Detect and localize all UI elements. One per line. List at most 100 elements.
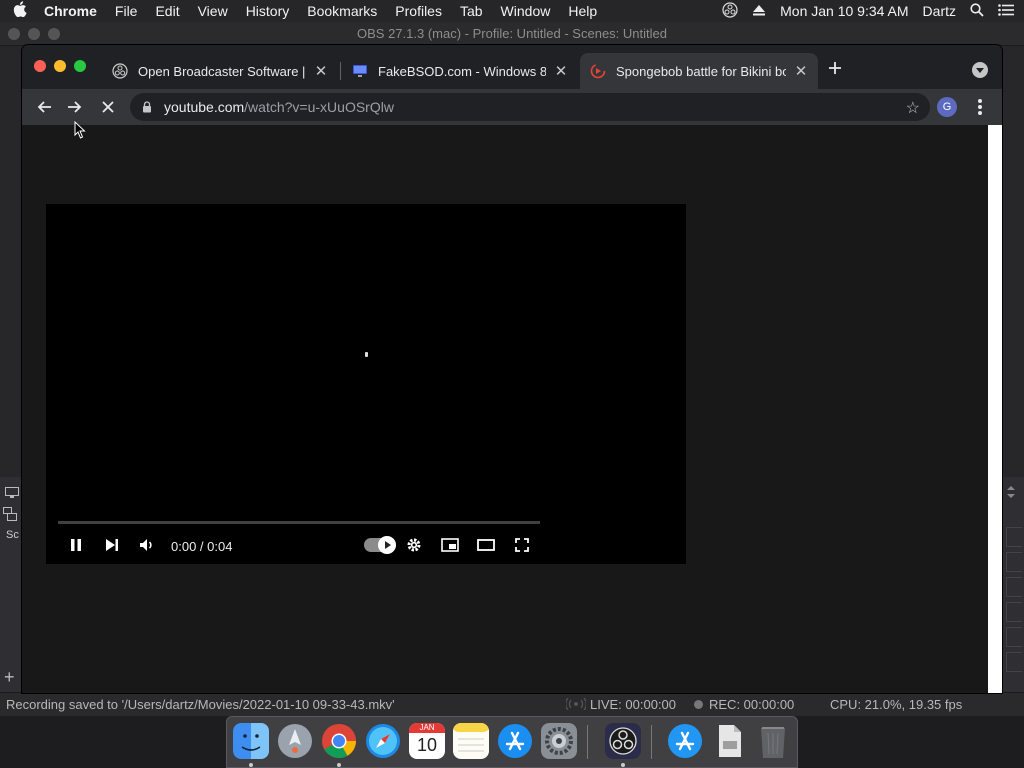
obs-status-icon[interactable] [722, 1, 738, 21]
gear-icon [407, 538, 421, 552]
tab-title: FakeBSOD.com - Windows 8 B [378, 63, 546, 79]
tab-title: Spongebob battle for Bikini bot [616, 63, 786, 79]
scenes-icon[interactable] [3, 507, 17, 521]
spotlight-search-icon[interactable] [970, 2, 984, 20]
page-scrollbar[interactable] [988, 125, 1002, 693]
video-player[interactable]: 0:00 / 0:04 [46, 204, 686, 564]
menu-bookmarks[interactable]: Bookmarks [298, 3, 386, 19]
rec-indicator-icon [694, 700, 703, 709]
tab-youtube-active[interactable]: Spongebob battle for Bikini bot ✕ [580, 53, 818, 89]
menu-file[interactable]: File [106, 3, 147, 19]
menu-tab[interactable]: Tab [451, 3, 492, 19]
safari-icon[interactable] [365, 723, 401, 759]
lock-icon[interactable] [142, 101, 152, 113]
tab-separator [340, 62, 341, 80]
miniplayer-icon [441, 538, 459, 552]
obs-panel-cell[interactable] [1006, 552, 1022, 572]
notes-icon[interactable] [453, 723, 489, 759]
close-window-button[interactable] [34, 60, 46, 72]
obs-panel-cell[interactable] [1006, 652, 1022, 672]
theater-mode-button[interactable] [476, 535, 496, 555]
menu-profiles[interactable]: Profiles [386, 3, 451, 19]
menu-window[interactable]: Window [492, 3, 560, 19]
eject-icon[interactable] [752, 3, 766, 19]
tab-obs[interactable]: Open Broadcaster Software | O ✕ [102, 53, 338, 89]
menu-help[interactable]: Help [559, 3, 606, 19]
display-icon[interactable] [5, 487, 19, 499]
app-store-folder-icon[interactable] [667, 723, 703, 759]
launchpad-icon[interactable] [277, 723, 313, 759]
calendar-month: JAN [409, 723, 445, 733]
apple-logo-icon[interactable] [0, 0, 40, 22]
tab-close-icon[interactable]: ✕ [554, 62, 568, 80]
volume-icon [140, 539, 152, 551]
video-time: 0:00 / 0:04 [171, 539, 233, 554]
autoplay-play-icon [378, 536, 396, 554]
obs-panel-cell[interactable] [1006, 577, 1022, 597]
tab-fakebsod[interactable]: FakeBSOD.com - Windows 8 B ✕ [342, 53, 578, 89]
address-bar[interactable]: youtube.com/watch?v=u-xUuOSrQlw ☆ [130, 93, 930, 121]
live-status: LIVE: 00:00:00 [565, 697, 676, 712]
menu-edit[interactable]: Edit [146, 3, 188, 19]
obs-icon[interactable] [605, 723, 641, 759]
add-scene-icon[interactable]: + [4, 667, 15, 688]
obs-panel-cell[interactable] [1006, 527, 1022, 547]
url-host: youtube.com [164, 99, 245, 115]
profile-avatar[interactable]: G [937, 97, 957, 117]
miniplayer-button[interactable] [440, 535, 460, 555]
dock: JAN 10 [226, 716, 798, 768]
updown-arrows-icon[interactable] [1005, 485, 1017, 499]
chrome-menu-icon[interactable] [978, 97, 982, 117]
url-text[interactable]: youtube.com/watch?v=u-xUuOSrQlw [164, 99, 394, 115]
chrome-running-dot [337, 763, 341, 767]
pause-button[interactable] [66, 535, 86, 555]
trash-icon[interactable] [755, 723, 791, 759]
autoplay-toggle[interactable] [364, 536, 396, 554]
obs-panel-cell[interactable] [1006, 627, 1022, 647]
calendar-day: 10 [416, 735, 438, 755]
video-progress-bar[interactable] [58, 521, 540, 524]
app-store-icon[interactable] [497, 723, 533, 759]
pause-icon [71, 539, 81, 551]
recording-saved-message: Recording saved to '/Users/dartz/Movies/… [6, 697, 395, 712]
loading-spinner-icon [365, 352, 368, 357]
clock[interactable]: Mon Jan 10 9:34 AM [780, 3, 908, 19]
browser-toolbar: youtube.com/watch?v=u-xUuOSrQlw ☆ G [22, 89, 1002, 125]
broadcast-icon [565, 697, 587, 711]
tab-close-icon[interactable]: ✕ [794, 62, 808, 80]
chrome-icon[interactable] [321, 723, 357, 759]
obs-left-dock-panel: Sc + [0, 477, 22, 692]
tab-search-icon[interactable] [972, 62, 988, 78]
system-preferences-icon[interactable] [541, 723, 577, 759]
menu-history[interactable]: History [237, 3, 299, 19]
control-center-icon[interactable] [998, 3, 1014, 19]
cpu-status: CPU: 21.0%, 19.35 fps [830, 697, 963, 712]
menu-view[interactable]: View [189, 3, 237, 19]
rec-time: REC: 00:00:00 [709, 697, 795, 712]
file-icon[interactable] [711, 723, 747, 759]
minimize-window-button[interactable] [54, 60, 66, 72]
bookmark-star-icon[interactable]: ☆ [906, 98, 920, 118]
page-content: 0:00 / 0:04 [22, 125, 988, 693]
obs-panel-cell[interactable] [1006, 602, 1022, 622]
user-name[interactable]: Dartz [923, 3, 956, 19]
zoom-window-button[interactable] [74, 60, 86, 72]
calendar-icon[interactable]: JAN 10 [409, 723, 445, 759]
stop-loading-icon[interactable] [96, 95, 120, 119]
settings-button[interactable] [404, 535, 424, 555]
menu-app-name[interactable]: Chrome [40, 3, 106, 19]
new-tab-plus-icon[interactable] [828, 58, 842, 81]
monitor-icon [353, 65, 367, 77]
fullscreen-icon [515, 538, 529, 552]
forward-arrow-icon[interactable] [63, 95, 87, 119]
finder-icon[interactable] [233, 723, 269, 759]
tab-title: Open Broadcaster Software | O [138, 63, 306, 79]
tab-close-icon[interactable]: ✕ [314, 62, 328, 80]
back-arrow-icon[interactable] [32, 95, 56, 119]
fullscreen-button[interactable] [512, 535, 532, 555]
obs-titlebar: OBS 27.1.3 (mac) - Profile: Untitled - S… [0, 22, 1024, 46]
dock-separator [651, 725, 652, 759]
next-button[interactable] [102, 535, 122, 555]
volume-button[interactable] [137, 535, 157, 555]
mouse-cursor-icon [74, 121, 86, 139]
